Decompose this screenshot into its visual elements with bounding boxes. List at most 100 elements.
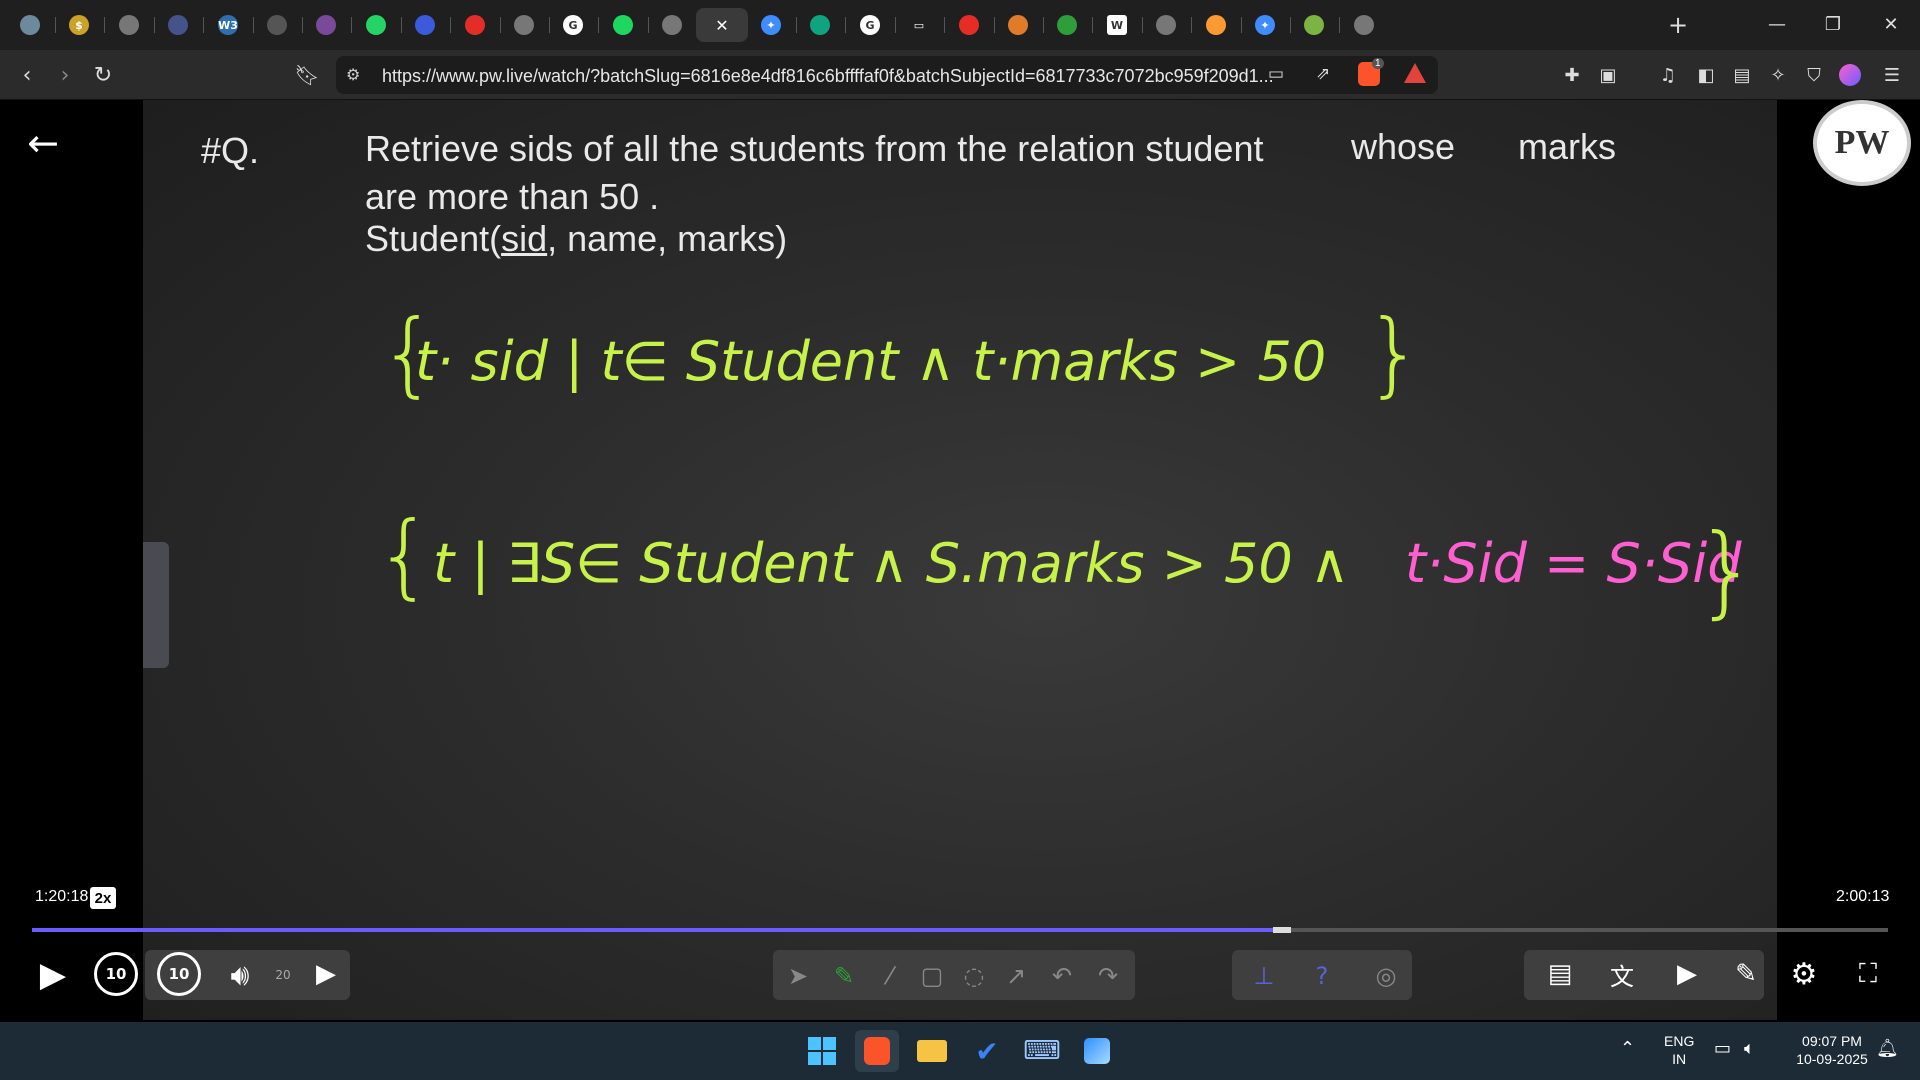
browser-tab[interactable] — [794, 8, 846, 42]
browser-tab[interactable] — [1288, 8, 1340, 42]
hw-expr2-green-part: t | ∃S∈ Student ∧ S.marks > 50 ∧ — [433, 532, 1350, 595]
url-text[interactable]: https://www.pw.live/watch/?batchSlug=681… — [382, 66, 1274, 87]
vpn-icon[interactable]: ⛉ — [1798, 59, 1830, 91]
profile-avatar[interactable] — [1834, 59, 1866, 91]
cast-icon[interactable]: ▭ — [1268, 64, 1284, 84]
browser-tab[interactable]: ▭ — [893, 8, 945, 42]
play-button[interactable]: ▶ — [30, 952, 76, 998]
pen-icon[interactable]: ✎ — [826, 958, 862, 994]
browser-tab[interactable]: ✦ — [1239, 8, 1291, 42]
browser-tab[interactable]: G — [844, 8, 896, 42]
wallet-icon[interactable]: ▤ — [1726, 59, 1758, 91]
address-bar[interactable]: ⚙ https://www.pw.live/watch/?batchSlug=6… — [336, 56, 1438, 94]
forward-button[interactable]: › — [48, 59, 82, 91]
question-line-2: are more than 50 . — [365, 176, 660, 217]
hw-expr2-pink-part: t·Sid = S·Sid — [1405, 532, 1742, 595]
browser-tab[interactable] — [103, 8, 155, 42]
notes-icon[interactable]: ✎ — [1726, 952, 1766, 996]
browser-tab[interactable]: ✕ — [696, 8, 748, 42]
speaker-icon[interactable]: 🔈︎ — [1744, 1040, 1755, 1058]
undo-icon[interactable]: ↶ — [1044, 958, 1080, 994]
browser-tab[interactable]: ✦ — [745, 8, 797, 42]
extensions-icon[interactable]: ✚ — [1556, 59, 1588, 91]
video-player[interactable]: ← ⋮ #Q. Retrieve sids of all the student… — [0, 100, 1920, 1022]
sidebar-icon[interactable]: ◧ — [1690, 59, 1722, 91]
bookmark-icon[interactable]: 🔖︎ — [290, 59, 324, 91]
todo-icon[interactable]: ✔ — [965, 1030, 1009, 1072]
browser-tab[interactable] — [350, 8, 402, 42]
doubt-icon[interactable]: ? — [1304, 958, 1340, 994]
gemini-icon: ✦ — [761, 15, 781, 35]
question-word-whose: whose — [1351, 126, 1456, 167]
notification-bell-icon[interactable]: 🔔︎ — [1876, 1040, 1899, 1058]
rewind-10-button[interactable]: 10 — [94, 952, 138, 996]
volume-level[interactable]: 20 — [266, 958, 300, 992]
progress-bar[interactable] — [32, 927, 1888, 933]
browser-tab[interactable] — [646, 8, 698, 42]
chat-icon[interactable]: ▤ — [1540, 952, 1580, 996]
keyboard-icon[interactable]: ⌨ — [1020, 1030, 1064, 1072]
new-tab-button[interactable]: + — [1660, 8, 1696, 42]
back-arrow-icon[interactable]: ← — [20, 120, 66, 166]
clock-time: 09:07 PM — [1802, 1033, 1862, 1049]
browser-tab[interactable] — [399, 8, 451, 42]
browser-tab[interactable] — [498, 8, 550, 42]
snipping-tool-icon[interactable] — [1075, 1030, 1119, 1072]
question-word-marks: marks — [1518, 126, 1616, 167]
reload-button[interactable]: ↻ — [86, 59, 120, 91]
browser-tab[interactable] — [1140, 8, 1192, 42]
browser-tab[interactable] — [1190, 8, 1242, 42]
browser-tab[interactable] — [992, 8, 1044, 42]
browser-tab[interactable]: W3 — [202, 8, 254, 42]
side-panel-handle[interactable] — [143, 542, 169, 668]
pin-icon[interactable]: ⊥ — [1246, 958, 1282, 994]
slides-icon[interactable]: ▶ — [1666, 952, 1708, 996]
arrow-tool-icon[interactable]: ↗ — [998, 958, 1034, 994]
relation-schema: Student(sid, name, marks) — [365, 218, 787, 260]
progress-knob[interactable] — [1272, 927, 1291, 933]
browser-tab[interactable] — [300, 8, 352, 42]
browser-tab[interactable] — [449, 8, 501, 42]
clock[interactable]: 09:07 PM 10-09-2025 — [1784, 1032, 1880, 1068]
pointer-icon[interactable]: ➤ — [780, 958, 816, 994]
language-indicator[interactable]: ENG IN — [1664, 1032, 1694, 1068]
browser-tab[interactable]: W — [1091, 8, 1143, 42]
minimize-button[interactable]: — — [1748, 0, 1806, 48]
site-settings-icon[interactable]: ⚙ — [346, 65, 360, 84]
browser-tab[interactable]: $ — [53, 8, 105, 42]
browser-tab[interactable] — [1041, 8, 1093, 42]
forward-10-button[interactable]: 10 — [157, 952, 201, 996]
tray-overflow-icon[interactable]: ⌃ — [1620, 1040, 1635, 1058]
menu-icon[interactable]: ☰ — [1876, 59, 1908, 91]
network-icon[interactable]: ▭ — [1714, 1040, 1731, 1058]
translate-icon[interactable]: 文 — [1602, 952, 1642, 996]
video-chat-icon[interactable]: ◎ — [1368, 958, 1404, 994]
fullscreen-icon[interactable]: ⛶ — [1848, 952, 1888, 996]
rectangle-icon[interactable]: ▢ — [914, 958, 950, 994]
file-explorer-icon[interactable] — [910, 1030, 954, 1072]
media-icon[interactable]: ♫ — [1652, 59, 1684, 91]
browser-tab[interactable] — [943, 8, 995, 42]
browser-tab[interactable] — [251, 8, 303, 42]
settings-gear-icon[interactable]: ⚙ — [1784, 952, 1824, 996]
leo-ai-icon[interactable]: ✧ — [1762, 59, 1794, 91]
brave-rewards-icon[interactable] — [1404, 63, 1426, 83]
highlighter-icon[interactable]: ⁄ — [872, 958, 908, 994]
browser-tab[interactable] — [1338, 8, 1390, 42]
browser-tab[interactable] — [597, 8, 649, 42]
start-windows-icon[interactable] — [800, 1030, 844, 1072]
redo-icon[interactable]: ↷ — [1090, 958, 1126, 994]
browser-tab[interactable] — [152, 8, 204, 42]
eraser-icon[interactable]: ◌ — [956, 958, 992, 994]
close-window-button[interactable]: ✕ — [1862, 0, 1920, 48]
browser-tab[interactable]: G — [547, 8, 599, 42]
share-icon[interactable]: ⇗ — [1316, 64, 1330, 84]
browser-tab[interactable] — [4, 8, 56, 42]
volume-icon[interactable]: 🔊︎ — [218, 954, 262, 996]
speed-badge[interactable]: 2x — [90, 887, 116, 909]
reader-mode-icon[interactable]: ▣ — [1592, 59, 1624, 91]
restore-button[interactable]: ❐ — [1804, 0, 1862, 48]
brave-taskbar-icon[interactable] — [855, 1030, 899, 1072]
back-button[interactable]: ‹ — [10, 59, 44, 91]
next-button[interactable]: ▶ — [308, 952, 344, 996]
